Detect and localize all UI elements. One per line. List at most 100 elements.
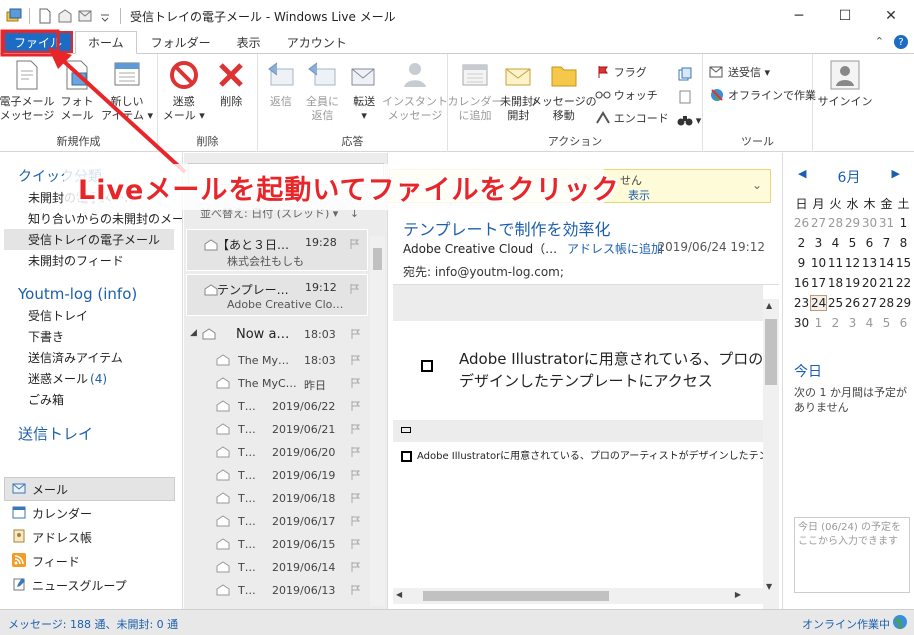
tab-file[interactable]: ファイル bbox=[3, 31, 74, 53]
calendar-day[interactable]: 31 bbox=[878, 216, 895, 230]
tab-home[interactable]: ホーム bbox=[75, 31, 137, 54]
reading-horizontal-scrollbar[interactable]: ◀ ▶ bbox=[393, 588, 763, 604]
calendar-day[interactable]: 28 bbox=[827, 216, 844, 230]
thread-item-row[interactable]: T… 2019/06/17 bbox=[186, 510, 368, 533]
quick-view-item[interactable]: 知り合いからの未開封のメール bbox=[0, 208, 182, 229]
thread-item-row[interactable]: T… 2019/06/15 bbox=[186, 533, 368, 556]
message-list-scrollbar[interactable] bbox=[370, 236, 385, 606]
quick-view-item-selected[interactable]: 受信トレイの電子メール bbox=[4, 229, 174, 250]
info-bar-link[interactable]: 表示 bbox=[628, 187, 650, 203]
thread-item-row[interactable]: T… 2019/06/13 bbox=[186, 579, 368, 602]
watch-button[interactable]: ウォッチ bbox=[595, 85, 669, 105]
calendar-day[interactable]: 26 bbox=[844, 296, 861, 310]
collapse-ribbon-icon[interactable]: ⌃ bbox=[875, 35, 884, 49]
calendar-day[interactable]: 18 bbox=[827, 276, 844, 290]
thread-item-row[interactable]: T… 2019/06/14 bbox=[186, 556, 368, 579]
module-contacts[interactable]: アドレス帳 bbox=[0, 525, 183, 549]
flag-icon[interactable] bbox=[350, 515, 362, 530]
calendar-day[interactable]: 30 bbox=[861, 216, 878, 230]
calendar-day[interactable]: 1 bbox=[895, 216, 912, 230]
calendar-day[interactable]: 10 bbox=[810, 256, 827, 270]
calendar-day[interactable]: 13 bbox=[861, 256, 878, 270]
encode-button[interactable]: エンコード bbox=[595, 108, 669, 128]
send-receive-button[interactable]: 送受信 ▾ bbox=[709, 62, 816, 82]
quick-add-event-input[interactable]: 今日 (06/24) の予定をここから入力できます bbox=[794, 517, 910, 593]
calendar-day[interactable]: 5 bbox=[844, 236, 861, 250]
outbox-header[interactable]: 送信トレイ bbox=[0, 422, 182, 444]
module-calendar[interactable]: カレンダー bbox=[0, 501, 183, 525]
calendar-day[interactable]: 26 bbox=[793, 216, 810, 230]
scrollbar-thumb[interactable] bbox=[765, 319, 777, 385]
flag-icon[interactable] bbox=[350, 538, 362, 553]
find-button[interactable]: ▾ bbox=[677, 110, 701, 130]
send-receive-icon[interactable] bbox=[77, 8, 93, 24]
flag-icon[interactable] bbox=[350, 328, 362, 343]
flag-icon[interactable] bbox=[350, 561, 362, 576]
calendar-day[interactable]: 17 bbox=[810, 276, 827, 290]
calendar-day[interactable]: 4 bbox=[861, 316, 878, 330]
calendar-day[interactable]: 8 bbox=[895, 236, 912, 250]
calendar-day[interactable]: 21 bbox=[878, 276, 895, 290]
folder-inbox[interactable]: 受信トレイ bbox=[0, 305, 182, 326]
calendar-day[interactable]: 11 bbox=[827, 256, 844, 270]
calendar-day[interactable]: 22 bbox=[895, 276, 912, 290]
scrollbar-thumb[interactable] bbox=[373, 248, 382, 270]
folder-junk[interactable]: 迷惑メール (4) bbox=[0, 368, 182, 389]
thread-item-row[interactable]: T… 2019/06/21 bbox=[186, 418, 368, 441]
thread-item-row[interactable]: The My… 18:03 bbox=[186, 349, 368, 372]
calendar-day[interactable]: 29 bbox=[895, 296, 912, 310]
calendar-day[interactable]: 19 bbox=[844, 276, 861, 290]
work-offline-button[interactable]: オフラインで作業 bbox=[709, 85, 816, 105]
tab-account[interactable]: アカウント bbox=[275, 31, 359, 53]
copy-to-folder-button[interactable] bbox=[677, 64, 702, 84]
calendar-day[interactable]: 29 bbox=[844, 216, 861, 230]
calendar-day[interactable]: 28 bbox=[878, 296, 895, 310]
folder-trash[interactable]: ごみ箱 bbox=[0, 389, 182, 410]
calendar-day[interactable]: 2 bbox=[793, 236, 810, 250]
sign-in-button[interactable]: サインイン bbox=[815, 58, 875, 152]
module-newsgroups[interactable]: ニュースグループ bbox=[0, 573, 183, 597]
calendar-day[interactable]: 12 bbox=[844, 256, 861, 270]
maximize-button[interactable]: ☐ bbox=[822, 0, 868, 32]
calendar-day[interactable]: 7 bbox=[878, 236, 895, 250]
message-row[interactable]: 【あと３日… 19:28 株式会社もしも bbox=[186, 229, 368, 271]
message-row-selected[interactable]: テンプレー… 19:12 Adobe Creative Clo… bbox=[186, 274, 368, 316]
tab-folder[interactable]: フォルダー bbox=[139, 31, 223, 53]
calendar-day[interactable]: 25 bbox=[827, 296, 844, 310]
minimize-button[interactable]: ─ bbox=[776, 0, 822, 32]
scroll-left-icon[interactable]: ◀ bbox=[396, 590, 402, 599]
flag-icon[interactable] bbox=[350, 423, 362, 438]
thread-item-row[interactable]: The MyC… 昨日 bbox=[186, 372, 368, 395]
calendar-day[interactable]: 24 bbox=[810, 295, 827, 311]
copy-button[interactable] bbox=[677, 87, 702, 107]
close-button[interactable]: ✕ bbox=[868, 0, 914, 32]
module-feeds[interactable]: フィード bbox=[0, 549, 183, 573]
customize-dropdown-icon[interactable] bbox=[97, 8, 113, 24]
tab-view[interactable]: 表示 bbox=[225, 31, 273, 53]
flag-button[interactable]: フラグ bbox=[595, 62, 669, 82]
calendar-day[interactable]: 23 bbox=[793, 296, 810, 310]
scroll-up-icon[interactable]: ▲ bbox=[766, 301, 772, 310]
folder-drafts[interactable]: 下書き bbox=[0, 326, 182, 347]
calendar-day[interactable]: 27 bbox=[810, 216, 827, 230]
calendar-day[interactable]: 6 bbox=[861, 236, 878, 250]
calendar-day[interactable]: 14 bbox=[878, 256, 895, 270]
sort-dropdown[interactable]: 並べ替え: 日付 (スレッド) ▾ ↓ bbox=[200, 205, 359, 221]
thread-item-row[interactable]: T… 2019/06/22 bbox=[186, 395, 368, 418]
module-mail[interactable]: メール bbox=[4, 477, 175, 501]
new-message-icon[interactable] bbox=[37, 8, 53, 24]
help-icon[interactable]: ? bbox=[894, 35, 908, 49]
thread-item-row[interactable]: T… 2019/06/18 bbox=[186, 487, 368, 510]
calendar-day[interactable]: 9 bbox=[793, 256, 810, 270]
flag-icon[interactable] bbox=[350, 446, 362, 461]
reply-icon[interactable] bbox=[57, 8, 73, 24]
flag-icon[interactable] bbox=[349, 238, 361, 253]
quick-views-header[interactable]: クイック分類 bbox=[0, 165, 182, 187]
calendar-day[interactable]: 1 bbox=[810, 316, 827, 330]
scroll-right-icon[interactable]: ▶ bbox=[735, 590, 741, 599]
calendar-day[interactable]: 4 bbox=[827, 236, 844, 250]
search-input[interactable] bbox=[188, 163, 384, 185]
quick-view-item[interactable]: 未開封の電子メール bbox=[0, 187, 182, 208]
folder-sent[interactable]: 送信済みアイテム bbox=[0, 347, 182, 368]
calendar-day[interactable]: 3 bbox=[810, 236, 827, 250]
